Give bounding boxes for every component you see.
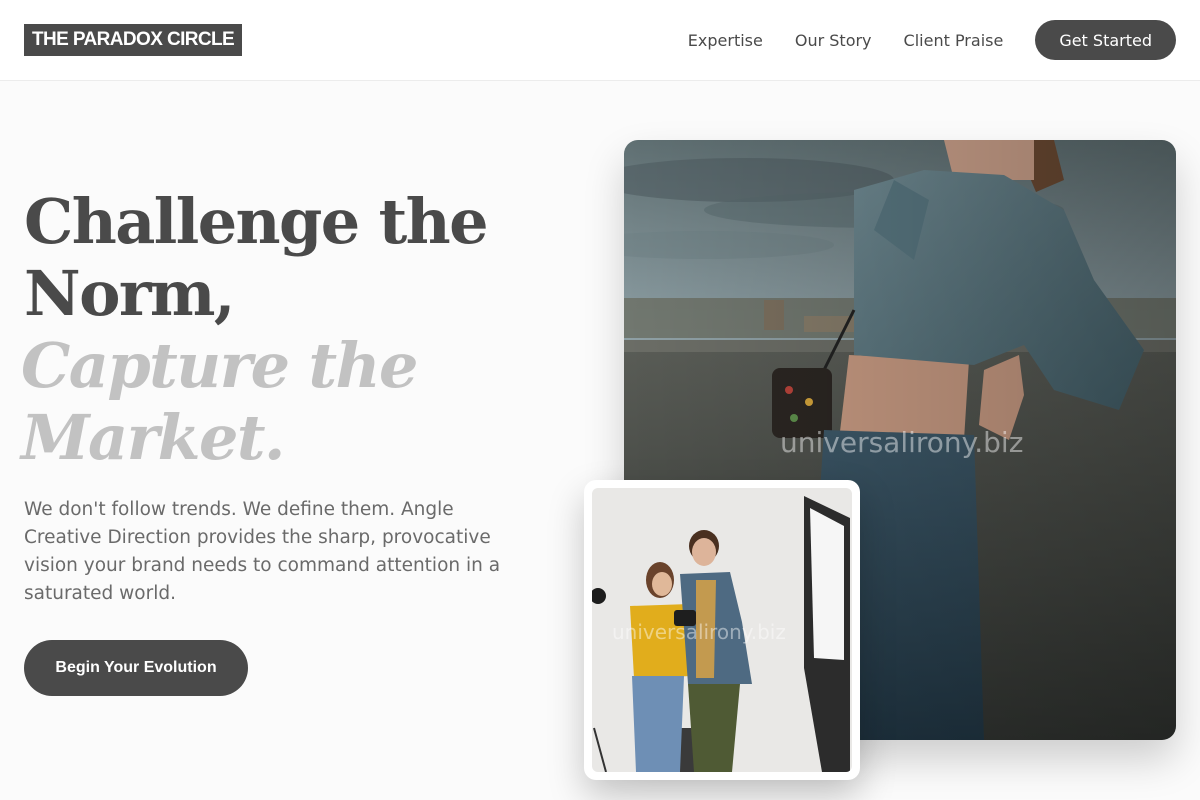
headline-line-1: Challenge the — [24, 185, 489, 258]
studio-photo: universalirony.biz — [592, 488, 852, 772]
headline-line-2: Norm, — [24, 257, 235, 330]
brand-logo[interactable]: THE PARADOX CIRCLE — [24, 24, 243, 56]
studio-photo-illustration — [592, 488, 852, 772]
nav-link-expertise[interactable]: Expertise — [688, 31, 763, 50]
hero-headline: Challenge the Norm, Capture the Market. — [21, 185, 584, 474]
headline-accent-line-1: Capture the — [21, 329, 418, 402]
hero-subcopy: We don't follow trends. We define them. … — [24, 499, 501, 604]
secondary-photo-card: universalirony.biz — [584, 480, 860, 780]
nav-link-client-praise[interactable]: Client Praise — [904, 31, 1004, 50]
site-header: THE PARADOX CIRCLE Expertise Our Story C… — [0, 0, 1200, 81]
begin-evolution-button[interactable]: Begin Your Evolution — [24, 640, 248, 696]
headline-accent-line-2: Market. — [21, 401, 286, 474]
nav-link-our-story[interactable]: Our Story — [795, 31, 872, 50]
main-nav: Expertise Our Story Client Praise Get St… — [688, 20, 1176, 60]
get-started-button[interactable]: Get Started — [1035, 20, 1176, 60]
